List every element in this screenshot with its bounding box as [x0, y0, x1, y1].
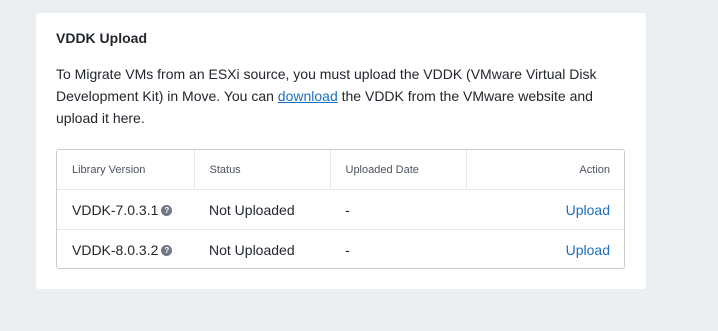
vddk-table: Library Version Status Uploaded Date Act… — [56, 149, 625, 269]
download-link[interactable]: download — [278, 88, 338, 104]
uploaded-date-cell: - — [330, 189, 466, 230]
vddk-upload-card: VDDK Upload To Migrate VMs from an ESXi … — [36, 13, 646, 289]
vddk-table-grid: Library Version Status Uploaded Date Act… — [57, 150, 624, 269]
table-row: VDDK-8.0.3.2? Not Uploaded - Upload — [57, 230, 624, 269]
column-header-status[interactable]: Status — [194, 150, 331, 190]
card-description: To Migrate VMs from an ESXi source, you … — [56, 63, 606, 129]
card-title: VDDK Upload — [56, 30, 147, 46]
version-label: VDDK-7.0.3.1 — [72, 201, 159, 218]
action-cell: Upload — [466, 230, 624, 269]
table-header-row: Library Version Status Uploaded Date Act… — [57, 150, 624, 190]
uploaded-date-cell: - — [345, 241, 350, 258]
upload-button[interactable]: Upload — [566, 202, 610, 218]
table-row: VDDK-7.0.3.1? Not Uploaded - Upload — [57, 189, 624, 230]
column-header-action: Action — [466, 150, 624, 190]
help-icon[interactable]: ? — [161, 244, 173, 256]
help-icon[interactable]: ? — [161, 204, 173, 216]
version-cell: VDDK-7.0.3.1? — [57, 189, 194, 230]
version-label: VDDK-8.0.3.2 — [72, 241, 159, 258]
action-cell: Upload — [466, 189, 624, 230]
status-cell: Not Uploaded — [194, 189, 330, 230]
version-cell: VDDK-8.0.3.2? — [57, 230, 194, 269]
column-header-library-version[interactable]: Library Version — [57, 150, 195, 190]
status-cell: Not Uploaded — [209, 241, 295, 258]
column-header-uploaded-date[interactable]: Uploaded Date — [330, 150, 467, 190]
upload-button[interactable]: Upload — [566, 242, 610, 258]
